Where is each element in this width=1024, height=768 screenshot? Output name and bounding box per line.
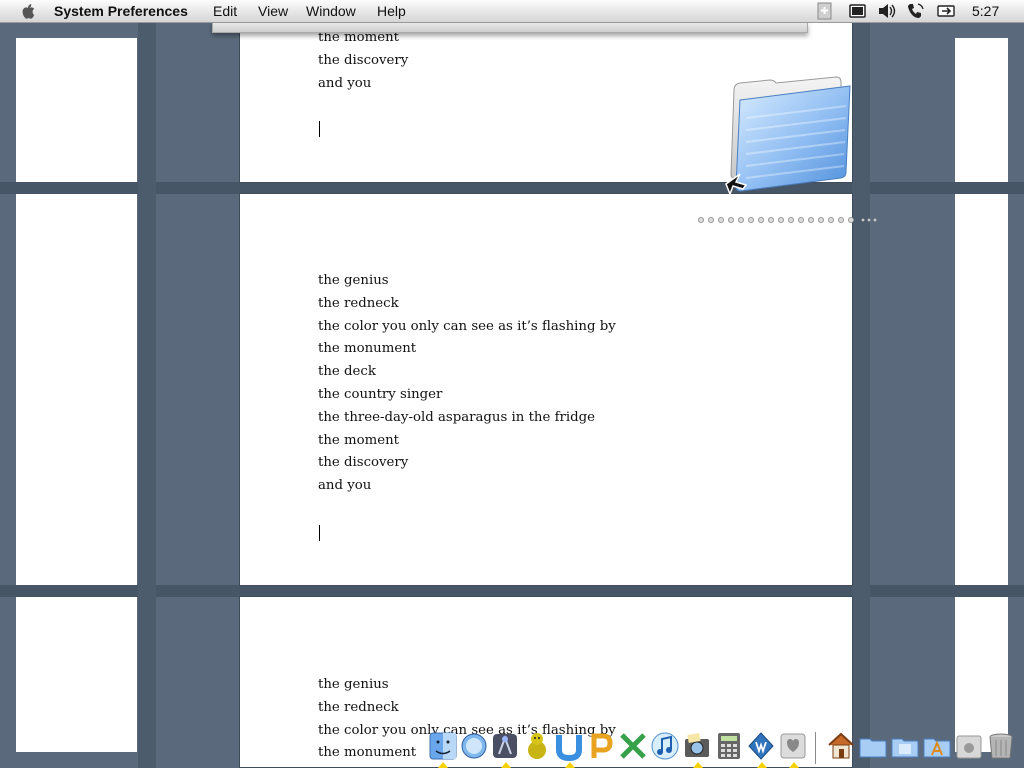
text-cursor [319,525,320,541]
battery-icon[interactable] [848,2,868,20]
dock [428,728,1024,768]
app-x-icon[interactable] [618,730,648,762]
poem-line: the three-day-old asparagus in the fridg… [318,409,596,425]
page-thumbnail-right[interactable] [955,38,1008,182]
page-thumbnail-left[interactable] [16,38,137,182]
column-gap [138,22,156,768]
menu-edit[interactable]: Edit [213,3,237,19]
poem-line: the redneck [318,295,399,311]
running-indicator [693,762,703,768]
poem-line: the discovery [318,455,409,471]
script-menu-icon[interactable] [815,2,835,20]
apple-menu-icon[interactable] [18,1,38,21]
dock-separator [815,732,816,764]
poem-line: the monument [318,341,417,357]
app-w-icon[interactable] [746,730,776,762]
poem-line: the color you only can see as it’s flash… [318,318,616,334]
app-p-icon[interactable] [586,730,616,762]
phone-icon[interactable] [906,2,926,20]
running-indicator [438,762,448,768]
ichat-icon[interactable] [522,730,552,762]
text-cursor [319,121,320,137]
poem-text: the moment the discovery and you [318,27,408,95]
running-indicator [757,762,767,768]
drag-indicator-dots [698,217,877,223]
menu-help[interactable]: Help [377,3,406,19]
menu-bar: System Preferences Edit View Window Help… [0,0,1024,23]
running-indicator [501,762,511,768]
finder-icon[interactable] [428,730,458,762]
column-gap [852,22,870,768]
poem-line: and you [318,478,372,494]
volume-icon[interactable] [877,2,897,20]
dropped-menu-edge [212,22,808,33]
poem-text: the genius the redneck the color you onl… [318,270,616,498]
folder-icon[interactable] [858,730,888,762]
page-thumbnail-right[interactable] [955,194,1008,585]
applications-folder-icon[interactable] [922,730,952,762]
home-icon[interactable] [826,730,856,762]
page-thumbnail-left[interactable] [16,194,137,585]
poem-line: the deck [318,364,376,380]
menu-view[interactable]: View [258,3,288,19]
menubar-clock[interactable]: 5:27 [972,3,999,19]
poem-line: the genius [318,677,389,692]
system-preferences-icon[interactable] [778,730,808,762]
dashboard-icon[interactable] [490,730,520,762]
menu-window[interactable]: Window [306,3,356,19]
iphoto-icon[interactable] [682,730,712,762]
safari-icon[interactable] [459,730,489,762]
page-thumbnail-left[interactable] [16,597,137,752]
running-indicator [565,762,575,768]
calculator-icon[interactable] [714,730,744,762]
documents-folder-icon[interactable] [890,730,920,762]
apple-folder-icon[interactable] [954,730,984,762]
folder-icon[interactable] [724,72,854,200]
app-name-menu[interactable]: System Preferences [54,3,188,19]
poem-line: the genius [318,273,389,288]
poem-line: the moment [318,432,400,448]
trash-icon[interactable] [986,730,1016,762]
poem-line: the redneck [318,699,399,715]
poem-line: the country singer [318,386,443,402]
app-u-icon[interactable] [554,730,584,762]
poem-line: and you [318,75,372,91]
itunes-icon[interactable] [650,730,680,762]
poem-line: the discovery [318,52,409,68]
running-indicator [789,762,799,768]
document-page-middle[interactable]: the genius the redneck the color you onl… [239,193,853,586]
power-icon[interactable] [937,2,957,20]
